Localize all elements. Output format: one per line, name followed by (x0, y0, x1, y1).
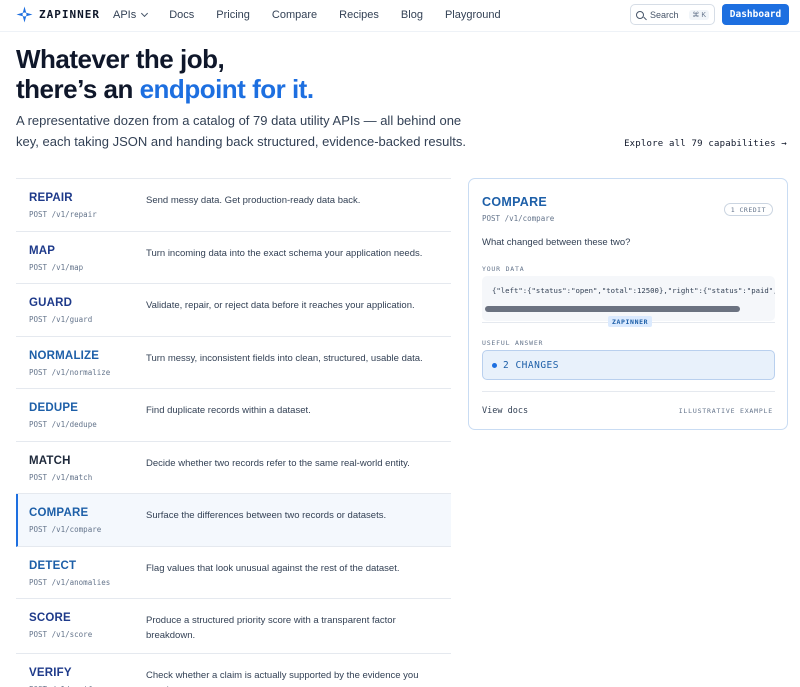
nav-link-playground[interactable]: Playground (445, 9, 501, 21)
capability-endpoint: POST /v1/guard (29, 315, 93, 324)
illustrative-example-label: ILLUSTRATIVE EXAMPLE (678, 407, 773, 415)
capability-description: Surface the differences between two reco… (146, 510, 387, 521)
title-line-1: Whatever the job, (16, 44, 225, 74)
logo[interactable]: ZAPINNER (16, 6, 100, 23)
capability-row-map[interactable]: MAP POST /v1/map Turn incoming data into t… (16, 232, 451, 284)
nav-link-recipes[interactable]: Recipes (339, 9, 379, 21)
capability-name: DEDUPE (29, 402, 79, 414)
capability-endpoint: POST /v1/score (29, 630, 93, 639)
title-line-2-prefix: there’s an (16, 74, 140, 104)
capability-description: Validate, repair, or reject data before … (146, 300, 415, 311)
divider (482, 391, 775, 392)
capability-endpoint: POST /v1/repair (29, 210, 97, 219)
card-title: COMPARE (482, 195, 548, 209)
capability-row-compare[interactable]: COMPARE POST /v1/compare Surface the diffe… (16, 494, 451, 547)
compare-example-card: COMPARE POST /v1/compare 1 CREDIT What c… (468, 178, 788, 430)
nav-link-apis[interactable]: APIs (113, 9, 149, 21)
title-line-2-accent: endpoint for it. (139, 74, 314, 104)
code-block[interactable]: {"left":{"status":"open","total":12500},… (482, 276, 775, 321)
capability-description: Turn messy, inconsistent fields into cle… (146, 352, 423, 364)
capability-name: SCORE (29, 612, 71, 624)
capability-name: MATCH (29, 454, 71, 467)
capability-row-verify[interactable]: VERIFYPOST /v1/verifyCheck whether a cla… (16, 654, 451, 687)
capability-name: DETECT (29, 559, 77, 572)
capability-description: Produce a structured priority score with… (146, 615, 396, 641)
capability-description: Send messy data. Get production-ready da… (146, 195, 361, 206)
capability-row-match[interactable]: MATCH POST /v1/match Decide whether two re… (16, 442, 451, 494)
capability-row-dedupe[interactable]: DEDUPE POST /v1/dedupe Find duplicate reco… (16, 389, 451, 442)
code-text: {"left":{"status":"open","total":12500},… (492, 286, 775, 295)
nav-link-blog[interactable]: Blog (401, 9, 423, 21)
capability-name: NORMALIZE (29, 349, 100, 362)
capability-name: COMPARE (29, 507, 89, 519)
capability-name: GUARD (29, 297, 73, 309)
your-data-label: YOUR DATA (482, 265, 525, 273)
search-button[interactable]: Search ⌘ K (630, 4, 715, 25)
view-docs-link[interactable]: View docs (482, 406, 528, 416)
search-label: Search (650, 9, 679, 20)
capability-description: Turn incoming data into the exact schema… (146, 247, 423, 259)
capability-description: Flag values that look unusual against th… (146, 562, 400, 574)
nav-link-compare[interactable]: Compare (272, 9, 317, 21)
hero-subtitle: A representative dozen from a catalog of… (16, 113, 466, 149)
capability-list: REPAIR POST /v1/repair Send messy data. Ge… (16, 178, 451, 687)
capability-row-normalize[interactable]: NORMALIZE POST /v1/normalize Turn messy, i… (16, 337, 451, 389)
search-icon (636, 10, 644, 19)
capability-endpoint: POST /v1/match (29, 472, 93, 482)
capability-endpoint: POST /v1/normalize (29, 367, 111, 377)
capability-row-repair[interactable]: REPAIR POST /v1/repair Send messy data. Ge… (16, 179, 451, 232)
capability-row-detect[interactable]: DETECT POST /v1/anomalies Flag values that… (16, 547, 451, 599)
dashboard-button[interactable]: Dashboard (722, 4, 789, 25)
horizontal-scrollbar[interactable] (485, 306, 740, 312)
top-nav: ZAPINNER APIs Docs Pricing Compare Recip… (0, 0, 800, 32)
nav-link-docs[interactable]: Docs (169, 9, 194, 21)
card-question: What changed between these two? (482, 237, 631, 248)
search-shortcut: ⌘ K (689, 9, 709, 20)
capability-endpoint: POST /v1/dedupe (29, 420, 97, 429)
logo-icon (16, 6, 33, 23)
capability-endpoint: POST /v1/anomalies (29, 577, 111, 587)
capability-name: REPAIR (29, 192, 73, 204)
page-title: Whatever the job, there’s an endpoint fo… (16, 44, 314, 104)
capability-description: Find duplicate records within a dataset. (146, 405, 311, 416)
brand-badge: ZAPINNER (608, 316, 653, 327)
capability-endpoint: POST /v1/compare (29, 525, 102, 534)
useful-answer-label: USEFUL ANSWER (482, 339, 544, 347)
capability-description: Decide whether two records refer to the … (146, 457, 410, 469)
nav-link-apis-label: APIs (113, 9, 137, 21)
capability-name: MAP (29, 244, 56, 257)
status-dot-icon (492, 362, 497, 368)
chevron-down-icon (141, 9, 149, 18)
nav-links: APIs Docs Pricing Compare Recipes Blog P… (113, 9, 523, 21)
nav-link-pricing[interactable]: Pricing (216, 9, 250, 21)
capability-description: Check whether a claim is actually suppor… (146, 670, 419, 687)
capability-name: VERIFY (29, 667, 72, 679)
logo-text: ZAPINNER (39, 8, 100, 21)
card-endpoint: POST /v1/compare (482, 214, 555, 223)
answer-box: 2 CHANGES (482, 350, 775, 380)
capability-row-score[interactable]: SCORE POST /v1/score Produce a structured … (16, 599, 451, 654)
answer-text: 2 CHANGES (503, 359, 559, 371)
capability-endpoint: POST /v1/map (29, 262, 84, 272)
explore-all-link[interactable]: Explore all 79 capabilities → (624, 139, 787, 149)
capability-row-guard[interactable]: GUARD POST /v1/guard Validate, repair, or … (16, 284, 451, 337)
credit-badge: 1 CREDIT (723, 203, 773, 216)
